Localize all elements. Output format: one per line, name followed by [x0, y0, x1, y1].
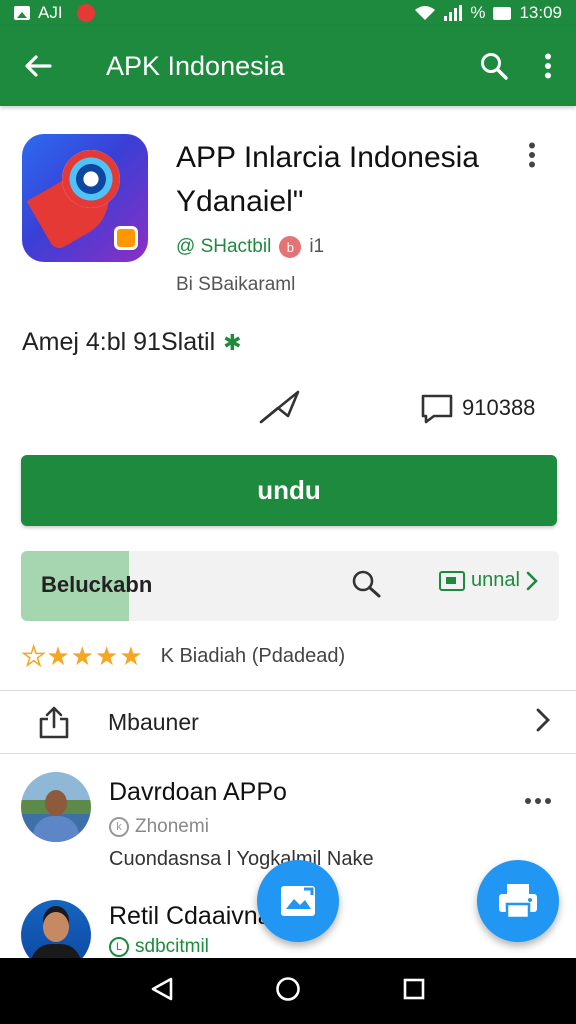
developer-row[interactable]: @ SHactbil b i1 — [176, 236, 324, 258]
gallery-fab[interactable] — [257, 860, 339, 942]
more-horiz-icon — [525, 798, 551, 804]
share-row[interactable]: Mbauner — [0, 691, 576, 753]
progress-card[interactable]: Beluckabn unnal — [21, 551, 559, 621]
review-item: Davrdoan APPo k Zhonemi Cuondasnsa l Yog… — [0, 754, 576, 874]
rating-row: ★ ★ ★ ★ ★ K Biadiah (Pdadead) — [21, 640, 346, 672]
reviewer-sub-text: sdbcitmil — [135, 936, 209, 957]
nav-recents-button[interactable] — [402, 977, 426, 1006]
install-button[interactable]: undu — [21, 455, 557, 526]
star-icon: ★ — [46, 641, 70, 671]
app-meta-line: Amej 4:bl 91Slatil ✱ — [22, 328, 242, 357]
star-icon: ★ — [70, 641, 94, 671]
avatar[interactable] — [21, 900, 91, 958]
comment-count: 910388 — [462, 395, 536, 420]
clock-icon: k — [109, 817, 129, 837]
status-time: 13:09 — [519, 3, 562, 22]
more-vert-icon — [545, 53, 551, 79]
star-icon: ★ — [21, 640, 46, 672]
search-icon — [481, 53, 508, 80]
chevron-right-icon — [526, 571, 538, 590]
green-star-icon: ✱ — [223, 329, 242, 355]
page-title: APK Indonesia — [106, 50, 285, 81]
status-left-text: AJI — [38, 3, 63, 22]
developer-badge: b — [279, 236, 302, 258]
progress-link[interactable]: unnal — [439, 569, 538, 592]
send-icon — [259, 390, 300, 424]
developer-name: @ SHactbil — [176, 236, 272, 257]
clock-icon: L — [109, 937, 129, 957]
star-icon: ★ — [119, 641, 143, 671]
action-row: 910388 — [0, 386, 576, 436]
search-button[interactable] — [480, 52, 508, 80]
app-header: APP Inlarcia Indonesia Ydanaiel" @ SHact… — [0, 106, 576, 306]
chevron-right-icon — [536, 708, 550, 731]
review-text: Cuondasnsa l Yogkalmil Nake — [109, 848, 374, 870]
app-notification-icon — [76, 4, 95, 22]
system-nav-bar — [0, 958, 576, 1024]
gallery-notification-icon — [14, 6, 30, 20]
status-bar: AJI % 13:09 — [0, 0, 576, 26]
rating-stars: ★ ★ ★ ★ ★ — [21, 640, 143, 672]
app-icon — [22, 134, 148, 262]
search-icon — [352, 570, 381, 598]
image-icon — [439, 570, 465, 591]
reviewer-sub: L sdbcitmil — [109, 936, 209, 958]
overflow-menu-button[interactable] — [544, 53, 552, 79]
progress-search-button[interactable] — [351, 569, 383, 604]
progress-label: Beluckabn — [41, 572, 153, 597]
meta-text: Amej 4:bl 91Slatil — [22, 328, 216, 356]
square-recents-icon — [403, 978, 424, 999]
rating-label: K Biadiah (Pdadead) — [160, 645, 346, 667]
avatar[interactable] — [21, 772, 91, 842]
nav-back-button[interactable] — [150, 976, 174, 1007]
progress-link-label: unnal — [471, 569, 520, 591]
triangle-back-icon — [152, 977, 173, 1000]
reviewer-name: Retil Cdaaivna — [109, 902, 272, 930]
wifi-icon — [415, 6, 436, 20]
battery-icon — [493, 6, 512, 20]
image-edit-icon — [281, 886, 315, 916]
share-row-label: Mbauner — [108, 708, 199, 735]
arrow-back-icon — [25, 55, 52, 77]
circle-home-icon — [276, 976, 300, 1001]
reviewer-sub-text: Zhonemi — [135, 816, 209, 837]
app-bar: APK Indonesia — [0, 26, 576, 106]
status-percent: % — [470, 3, 486, 22]
reviewer-name: Davrdoan APPo — [109, 778, 287, 806]
app-category: Bi SBaikaraml — [176, 274, 296, 295]
comment-action[interactable]: 910388 — [420, 392, 535, 424]
print-fab[interactable] — [477, 860, 559, 942]
app-name: APP Inlarcia Indonesia Ydanaiel" — [176, 141, 479, 218]
nav-home-button[interactable] — [275, 976, 301, 1007]
star-icon: ★ — [94, 641, 119, 671]
back-button[interactable] — [0, 54, 76, 78]
app-more-button[interactable] — [528, 142, 536, 173]
review-more-button[interactable] — [524, 792, 552, 810]
signal-icon — [444, 5, 463, 21]
developer-count: i1 — [309, 236, 325, 257]
share-action-button[interactable] — [258, 386, 302, 431]
comment-icon — [421, 394, 453, 424]
more-vert-icon — [529, 142, 535, 168]
reviewer-sub: k Zhonemi — [109, 816, 209, 838]
printer-icon — [499, 884, 537, 920]
share-icon — [39, 706, 69, 739]
